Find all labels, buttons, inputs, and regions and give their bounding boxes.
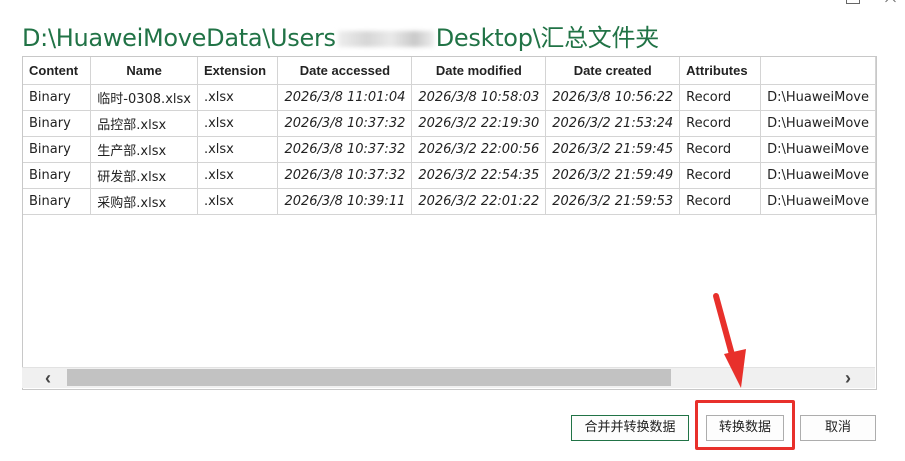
annotation-arrow-icon bbox=[713, 293, 746, 388]
